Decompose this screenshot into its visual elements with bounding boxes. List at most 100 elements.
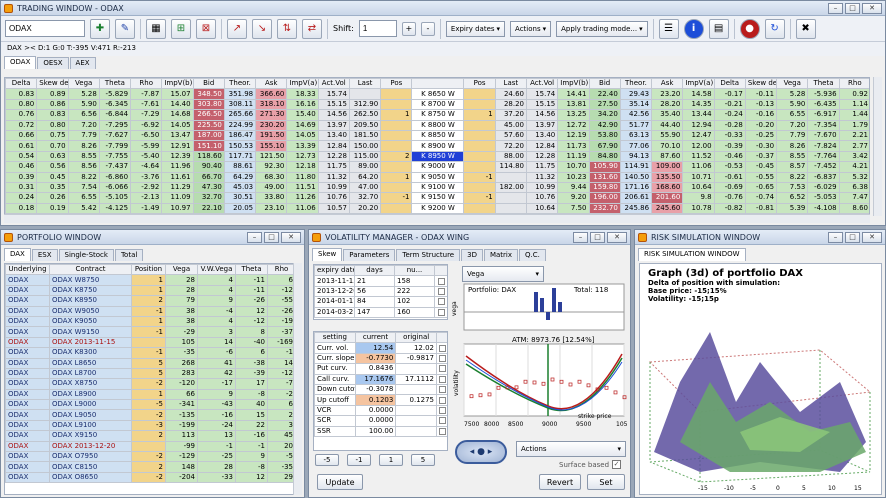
option-row[interactable]: 0.46 0.56 8.56 -7.437 -4.64 11.96 90.40 88.61 92… [5,161,869,173]
expiry-row[interactable]: 2014-03-21 147 160 [314,306,447,318]
column-header[interactable]: Act.Vol [317,78,350,90]
cell[interactable]: 6.55 [776,109,809,121]
cell[interactable] [380,129,413,142]
chart-icon-3[interactable]: ⇅ [277,18,297,39]
cell[interactable]: -7.764 [807,150,840,163]
cell[interactable]: 88.00 [494,150,527,163]
cell[interactable]: -1 [380,192,413,204]
cell[interactable]: -7.295 [98,119,132,131]
cell[interactable]: 12.28 [525,150,559,163]
cell[interactable]: 35.40 [651,109,684,121]
column-header[interactable]: Pos [380,78,413,90]
expiry-dates-dropdown[interactable]: Expiry dates ▾ [445,20,506,37]
column-header[interactable]: Ask [651,78,684,90]
cell[interactable]: 232.70 [588,202,621,215]
cell[interactable]: -4.108 [807,202,840,215]
portfolio-row[interactable]: ODAX ODAX L9100 -3 -199 -24 22 3 [5,419,293,432]
tab-portfolio-1[interactable]: ESX [31,249,58,261]
expiry-checkbox[interactable] [434,285,447,298]
cell[interactable]: 28.20 [651,98,684,111]
cell[interactable]: 13.44 [682,109,715,121]
column-header[interactable]: ImpV(a) [682,78,715,90]
cell[interactable]: 45.00 [494,119,527,131]
option-row[interactable]: 0.66 0.75 7.79 -7.627 -6.50 13.47 187.00 186.47… [5,129,869,142]
cell[interactable]: -1.49 [130,202,163,215]
cell[interactable]: 159.80 [588,181,621,194]
maximize-button[interactable]: □ [264,231,279,243]
cell[interactable]: -0.61 [713,171,746,183]
cell[interactable]: 11.52 [682,150,715,163]
portfolio-row[interactable]: ODAX ODAX W9050 -1 38 -4 12 -26 [5,305,293,317]
tab-volatility-0[interactable]: Skew [312,248,343,261]
cell[interactable]: 10.57 [317,202,350,215]
cell[interactable]: 67.90 [588,140,621,152]
maximize-button[interactable]: □ [845,2,860,14]
cell[interactable]: 181.50 [348,129,382,142]
column-header[interactable]: Bid [192,78,225,90]
cell[interactable]: -0.82 [713,202,746,215]
cell[interactable]: 8.57 [776,161,809,173]
strike-cell[interactable]: K 9100 W [411,181,465,194]
cell[interactable] [380,161,413,173]
cell[interactable]: 33.80 [255,192,288,204]
refresh-icon[interactable]: ↻ [764,18,785,39]
trading-scrollbar[interactable] [873,77,882,216]
cell[interactable]: 6.56 [67,109,100,121]
cell[interactable]: -5.936 [807,88,840,100]
cell[interactable]: 8.60 [838,202,869,215]
cell[interactable]: 12.47 [682,129,715,142]
cell[interactable]: -7.354 [807,119,840,131]
cell[interactable]: 57.60 [494,129,527,142]
cell[interactable]: 105.90 [588,161,621,173]
cell[interactable]: 13.40 [525,129,559,142]
setting-row[interactable]: Curr. vol. 12.54 12.02 [314,342,447,354]
portfolio-row[interactable]: ODAX ODAX K8300 -1 -35 -6 6 -1 [5,347,293,359]
tab-trading-0[interactable]: ODAX [4,56,37,69]
cell[interactable]: 14.69 [286,119,319,131]
cell[interactable]: 90.40 [192,161,225,173]
setting-row[interactable]: SCR 0.0000 [314,415,447,427]
cell[interactable]: 12.91 [161,140,194,152]
cell[interactable]: -0.53 [713,161,746,173]
cell[interactable]: 47.00 [348,181,382,194]
cell[interactable]: 12.84 [525,140,559,152]
column-header[interactable]: Theta [235,264,268,276]
tab-volatility-5[interactable]: Q.C. [519,249,546,261]
tab-portfolio-2[interactable]: Single-Stock [58,249,114,261]
cell[interactable]: 1 [463,109,496,121]
strike-cell[interactable]: K 9050 W [411,171,465,183]
cell[interactable] [463,129,496,142]
cell[interactable]: -4.125 [98,202,132,215]
cell[interactable]: -0.11 [744,88,778,100]
calculator-icon[interactable]: ▦ [146,18,166,39]
cell[interactable]: -7.87 [130,88,163,100]
cell[interactable]: -6.50 [130,129,163,142]
symbol-input[interactable] [5,20,85,37]
apply-trading-mode-dropdown[interactable]: Apply trading mode... ▾ [556,20,648,37]
cell[interactable]: 351.98 [223,88,257,100]
cell[interactable]: 186.47 [223,129,257,142]
setting-row[interactable]: VCR 0.0000 [314,404,447,417]
cell[interactable]: 11.26 [286,192,319,204]
tab-volatility-3[interactable]: 3D [461,249,483,261]
cell[interactable]: 20.20 [348,202,382,215]
cell[interactable]: 63.13 [619,129,653,142]
column-header[interactable]: Skew delta [36,78,69,90]
cell[interactable] [380,88,413,100]
trading-h-scrollbar[interactable] [4,214,870,223]
cell[interactable]: 117.71 [223,150,257,163]
cell[interactable]: 9.8 [682,192,715,204]
cell[interactable]: 265.66 [223,109,257,121]
minimize-button[interactable]: – [828,2,843,14]
cell[interactable]: 87.60 [651,150,684,163]
portfolio-row[interactable]: ODAX ODAX O7950 -2 -129 -25 9 -5 [5,451,293,463]
cell[interactable]: 11.29 [161,181,194,194]
step-button[interactable]: 1 [379,454,403,466]
cell[interactable]: 271.30 [255,109,288,121]
option-row[interactable]: 0.83 0.89 5.28 -5.829 -7.87 15.07 348.50 351.98… [5,88,869,100]
cell[interactable]: -0.81 [744,202,778,215]
cell[interactable]: -0.39 [713,140,746,152]
cell[interactable]: 32.70 [192,192,225,204]
cell[interactable]: 28.20 [494,98,527,111]
cell[interactable]: 13.97 [525,119,559,131]
